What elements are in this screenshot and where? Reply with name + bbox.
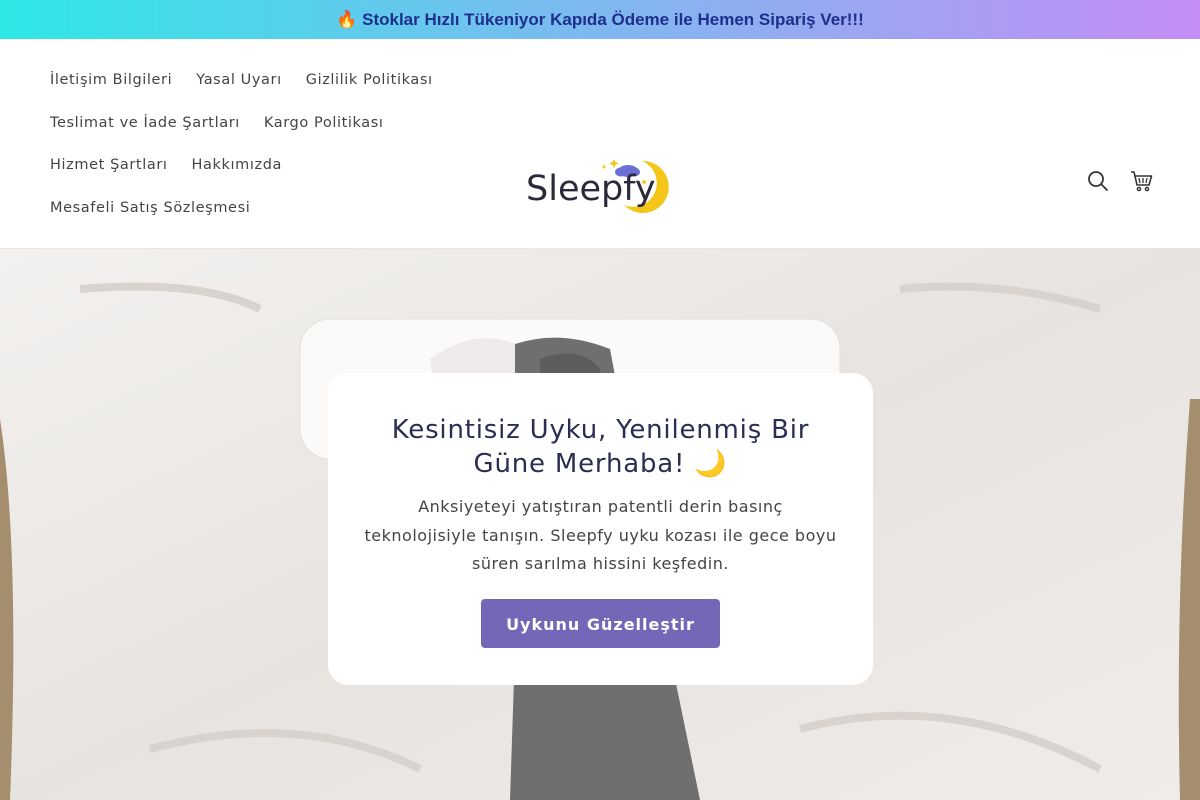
nav-link-yasal-uyari[interactable]: Yasal Uyarı — [196, 72, 282, 88]
logo-text: Sleepfy — [526, 169, 656, 209]
main-nav: İletişim Bilgileri Yasal Uyarı Gizlilik … — [50, 59, 470, 229]
hero-heading: Kesintisiz Uyku, Yenilenmiş Bir Güne Mer… — [391, 415, 810, 479]
cta-button[interactable]: Uykunu Güzelleştir — [481, 598, 720, 648]
nav-link-mesafeli-satis[interactable]: Mesafeli Satış Sözleşmesi — [50, 200, 250, 216]
site-logo[interactable]: Sleepfy — [526, 155, 669, 215]
nav-row: Teslimat ve İade Şartları Kargo Politika… — [50, 102, 470, 145]
header-icons — [1086, 169, 1154, 193]
cart-icon[interactable] — [1130, 169, 1154, 193]
hero-description: Anksiyeteyi yatıştıran patentli derin ba… — [364, 497, 837, 573]
nav-link-kargo-politikasi[interactable]: Kargo Politikası — [264, 115, 384, 131]
nav-row: Mesafeli Satış Sözleşmesi — [50, 187, 470, 230]
hero-card: Kesintisiz Uyku, Yenilenmiş Bir Güne Mer… — [328, 373, 873, 685]
nav-link-hakkimizda[interactable]: Hakkımızda — [192, 157, 282, 173]
nav-link-hizmet-sartlari[interactable]: Hizmet Şartları — [50, 157, 168, 173]
nav-link-teslimat-iade[interactable]: Teslimat ve İade Şartları — [50, 115, 240, 131]
announcement-text: 🔥 Stoklar Hızlı Tükeniyor Kapıda Ödeme i… — [336, 9, 864, 29]
nav-row: Hizmet Şartları Hakkımızda — [50, 144, 470, 187]
nav-link-iletisim-bilgileri[interactable]: İletişim Bilgileri — [50, 72, 172, 88]
nav-row: İletişim Bilgileri Yasal Uyarı Gizlilik … — [50, 59, 470, 102]
site-header: İletişim Bilgileri Yasal Uyarı Gizlilik … — [0, 39, 1200, 249]
nav-link-gizlilik-politikasi[interactable]: Gizlilik Politikası — [306, 72, 433, 88]
search-icon[interactable] — [1086, 169, 1110, 193]
announcement-bar: 🔥 Stoklar Hızlı Tükeniyor Kapıda Ödeme i… — [0, 0, 1200, 39]
